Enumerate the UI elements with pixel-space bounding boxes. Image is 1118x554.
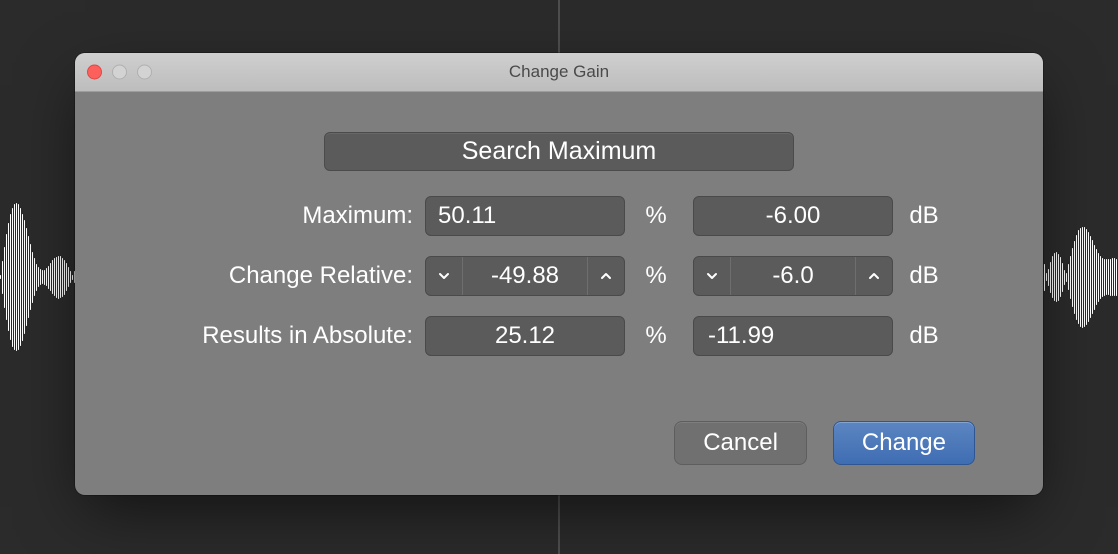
- percent-unit: %: [625, 202, 687, 230]
- percent-unit: %: [625, 322, 687, 350]
- results-absolute-label: Results in Absolute:: [145, 322, 425, 350]
- change-relative-row: Change Relative: -49.88 % -6.0: [145, 253, 973, 299]
- results-absolute-percent-field[interactable]: 25.12: [425, 316, 625, 356]
- change-relative-db-stepper[interactable]: -6.0: [693, 256, 893, 296]
- db-unit: dB: [893, 322, 955, 350]
- maximum-row: Maximum: 50.11 % -6.00 dB: [145, 193, 973, 239]
- chevron-up-icon[interactable]: [855, 257, 892, 295]
- cancel-button[interactable]: Cancel: [674, 421, 807, 465]
- search-maximum-button[interactable]: Search Maximum: [324, 132, 794, 171]
- maximum-db-field[interactable]: -6.00: [693, 196, 893, 236]
- window-title: Change Gain: [75, 62, 1043, 82]
- results-absolute-db-value: -11.99: [708, 322, 774, 350]
- change-relative-percent-stepper[interactable]: -49.88: [425, 256, 625, 296]
- results-absolute-row: Results in Absolute: 25.12 % -11.99 dB: [145, 313, 973, 359]
- minimize-icon: [112, 65, 127, 80]
- chevron-down-icon[interactable]: [694, 257, 731, 295]
- maximum-percent-value: 50.11: [438, 202, 496, 230]
- percent-unit: %: [625, 262, 687, 290]
- change-gain-dialog: Change Gain Search Maximum Maximum: 50.1…: [75, 53, 1043, 495]
- chevron-down-icon[interactable]: [426, 257, 463, 295]
- db-unit: dB: [893, 262, 955, 290]
- window-titlebar: Change Gain: [75, 53, 1043, 92]
- results-absolute-percent-value: 25.12: [495, 322, 555, 350]
- zoom-icon: [137, 65, 152, 80]
- change-relative-percent-value: -49.88: [463, 262, 587, 290]
- results-absolute-db-field[interactable]: -11.99: [693, 316, 893, 356]
- chevron-up-icon[interactable]: [587, 257, 624, 295]
- change-button[interactable]: Change: [833, 421, 975, 465]
- maximum-percent-field[interactable]: 50.11: [425, 196, 625, 236]
- change-relative-label: Change Relative:: [145, 262, 425, 290]
- maximum-label: Maximum:: [145, 202, 425, 230]
- close-icon[interactable]: [87, 65, 102, 80]
- window-traffic-lights: [87, 65, 152, 80]
- change-relative-db-value: -6.0: [731, 262, 855, 290]
- maximum-db-value: -6.00: [766, 202, 821, 230]
- db-unit: dB: [893, 202, 955, 230]
